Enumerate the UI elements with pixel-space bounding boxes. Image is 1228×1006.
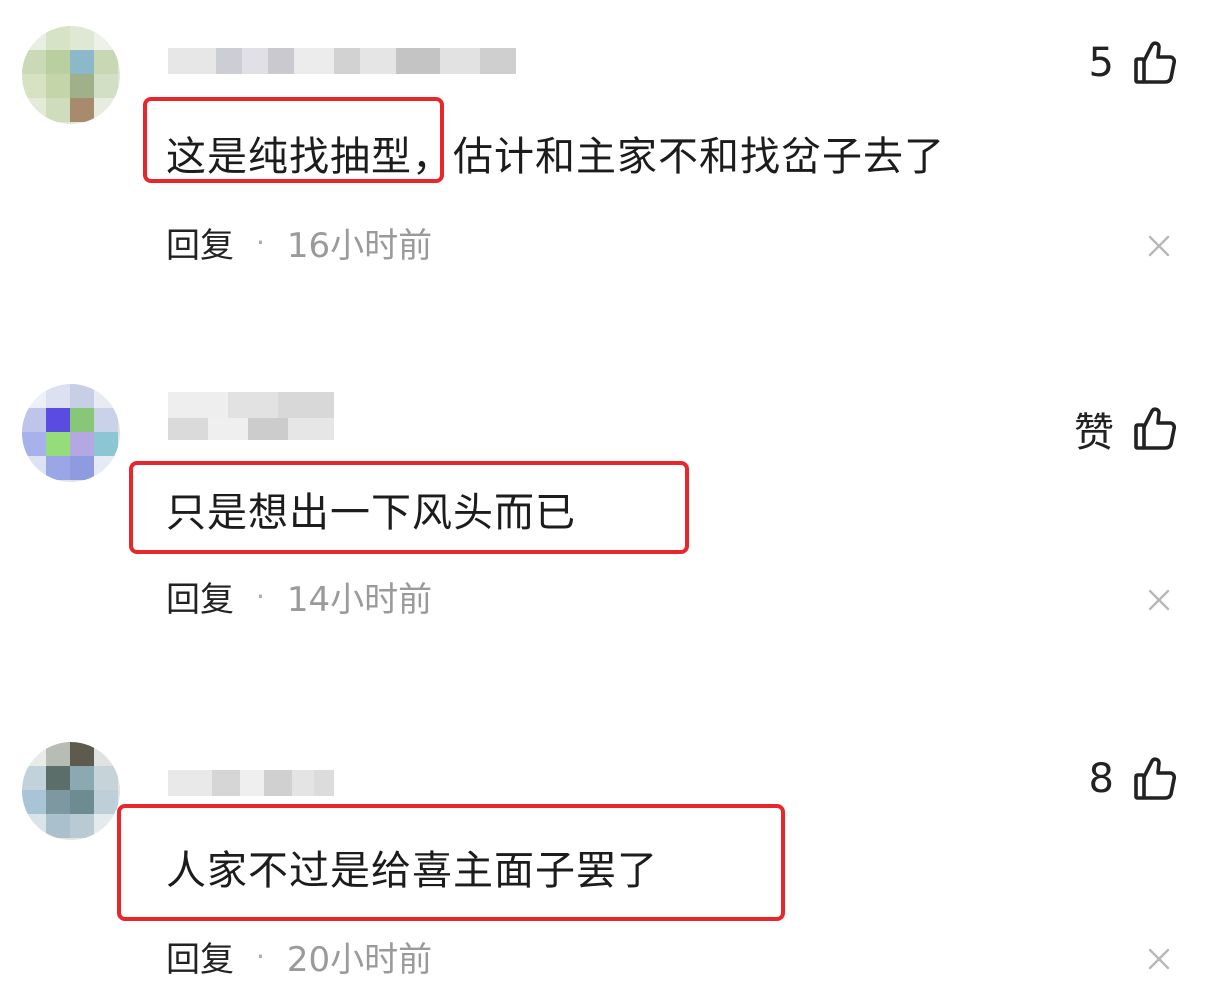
like-label: 赞 [1074, 410, 1114, 456]
like-area[interactable]: 赞 [1074, 400, 1176, 458]
comment-time: 14小时前 [286, 580, 433, 620]
comment-text: 这是纯找抽型，估计和主家不和找岔子去了 [166, 134, 945, 180]
comment-text: 人家不过是给喜主面子罢了 [166, 848, 658, 894]
like-count: 8 [1088, 756, 1114, 802]
thumbs-up-icon[interactable] [1134, 407, 1176, 451]
comment-time: 16小时前 [286, 226, 433, 266]
like-area[interactable]: 8 [1089, 756, 1176, 802]
thumbs-up-icon[interactable] [1134, 757, 1176, 801]
close-icon[interactable] [1148, 948, 1170, 970]
meta-separator: · [256, 580, 265, 613]
avatar[interactable] [22, 742, 120, 840]
reply-button[interactable]: 回复 [166, 572, 234, 621]
comment-text: 只是想出一下风头而已 [166, 490, 576, 536]
comment-meta: 回复 · 16小时前 [166, 218, 432, 267]
avatar[interactable] [22, 384, 120, 482]
close-icon[interactable] [1148, 589, 1170, 611]
reply-button[interactable]: 回复 [166, 218, 234, 267]
like-count: 5 [1088, 40, 1114, 86]
thumbs-up-icon[interactable] [1134, 41, 1176, 85]
comment-time: 20小时前 [286, 940, 433, 980]
meta-separator: · [256, 940, 265, 973]
reply-button[interactable]: 回复 [166, 932, 234, 981]
comment-meta: 回复 · 14小时前 [166, 572, 432, 621]
username-blurred[interactable] [168, 392, 334, 452]
like-area[interactable]: 5 [1089, 40, 1176, 86]
username-blurred[interactable] [168, 40, 516, 82]
meta-separator: · [256, 226, 265, 259]
close-icon[interactable] [1148, 235, 1170, 257]
avatar[interactable] [22, 26, 120, 124]
username-blurred[interactable] [168, 762, 334, 804]
comment-meta: 回复 · 20小时前 [166, 932, 432, 981]
